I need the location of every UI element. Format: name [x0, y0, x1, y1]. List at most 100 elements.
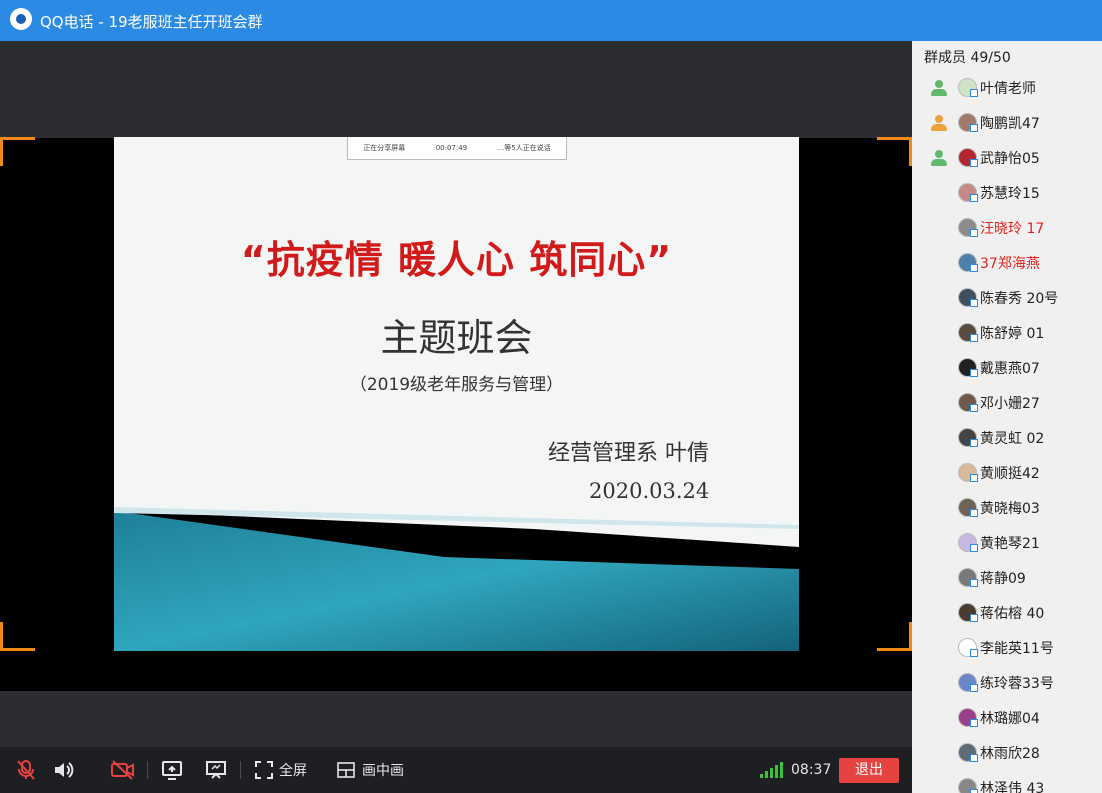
member-name: 汪晓玲 17	[980, 221, 1045, 237]
member-name: 黄艳琴21	[980, 536, 1040, 552]
call-toolbar: 全屏 画中画 08:37 退出	[0, 747, 912, 793]
device-icon	[970, 229, 978, 237]
member-name: 陈舒婷 01	[980, 326, 1045, 342]
member-item[interactable]: 林雨欣28	[912, 735, 1102, 770]
device-icon	[970, 439, 978, 447]
member-avatar	[958, 498, 978, 517]
member-item[interactable]: 林璐娜04	[912, 700, 1102, 735]
member-item[interactable]: 叶倩老师	[912, 70, 1102, 105]
member-name: 林璐娜04	[980, 711, 1040, 727]
screen-share-status-bar: 正在分享屏幕 00:07:49 ...等5人正在说话	[347, 137, 567, 160]
member-name: 蒋静09	[980, 571, 1026, 587]
device-icon	[970, 509, 978, 517]
member-avatar	[958, 183, 978, 202]
member-item[interactable]: 邓小姗27	[912, 385, 1102, 420]
member-avatar	[958, 638, 978, 657]
member-panel: 群成员 49/50 叶倩老师 陶鹏凯47 武静怡05 苏慧玲15 汪晓玲 17 37郑海燕…	[912, 41, 1102, 793]
toolbar-divider	[147, 761, 148, 779]
member-avatar	[958, 743, 978, 762]
fullscreen-button[interactable]: 全屏	[254, 747, 307, 793]
member-item[interactable]: 练玲蓉33号	[912, 665, 1102, 700]
member-avatar	[958, 253, 978, 272]
member-item[interactable]: 黄灵虹 02	[912, 420, 1102, 455]
mic-muted-button[interactable]	[14, 747, 38, 793]
member-name: 练玲蓉33号	[980, 676, 1054, 692]
member-avatar	[958, 113, 978, 132]
member-role-icon	[930, 79, 948, 97]
device-icon	[970, 334, 978, 342]
device-icon	[970, 719, 978, 727]
member-role-icon	[930, 149, 948, 167]
device-icon	[970, 754, 978, 762]
member-item[interactable]: 戴惠燕07	[912, 350, 1102, 385]
member-item[interactable]: 37郑海燕	[912, 245, 1102, 280]
speaker-button[interactable]	[52, 747, 76, 793]
share-screen-icon	[162, 761, 182, 780]
fullscreen-icon	[255, 761, 273, 779]
member-avatar	[958, 463, 978, 482]
member-avatar	[958, 708, 978, 727]
member-item[interactable]: 蒋佑榕 40	[912, 595, 1102, 630]
title-bar: QQ电话 - 19老服班主任开班会群	[0, 0, 1102, 41]
member-item[interactable]: 林泽伟 43	[912, 770, 1102, 793]
camera-off-button[interactable]	[110, 747, 136, 793]
presentation-icon	[206, 761, 226, 779]
device-icon	[970, 404, 978, 412]
member-name: 武静怡05	[980, 151, 1040, 167]
share-timer: 00:07:49	[435, 144, 468, 152]
member-avatar	[958, 673, 978, 692]
member-item[interactable]: 武静怡05	[912, 140, 1102, 175]
device-icon	[970, 124, 978, 132]
frame-corner-bottom-left	[0, 622, 35, 651]
call-duration: 08:37	[791, 762, 832, 778]
member-item[interactable]: 黄艳琴21	[912, 525, 1102, 560]
qq-call-logo-icon	[10, 8, 32, 30]
member-item[interactable]: 苏慧玲15	[912, 175, 1102, 210]
slide-title: “抗疫情 暖人心 筑同心”	[240, 238, 673, 282]
member-name: 37郑海燕	[980, 256, 1040, 272]
device-icon	[970, 369, 978, 377]
member-item[interactable]: 黄顺挺42	[912, 455, 1102, 490]
member-item[interactable]: 黄晓梅03	[912, 490, 1102, 525]
share-screen-button[interactable]	[160, 747, 184, 793]
device-icon	[970, 789, 978, 793]
presentation-button[interactable]	[204, 747, 228, 793]
device-icon	[970, 684, 978, 692]
frame-corner-bottom-right	[877, 622, 912, 651]
device-icon	[970, 299, 978, 307]
device-icon	[970, 614, 978, 622]
member-name: 陶鹏凯47	[980, 116, 1040, 132]
device-icon	[970, 89, 978, 97]
frame-corner-top-right	[877, 137, 912, 166]
member-name: 叶倩老师	[980, 81, 1036, 97]
member-avatar	[958, 78, 978, 97]
member-item[interactable]: 陈舒婷 01	[912, 315, 1102, 350]
member-name: 陈春秀 20号	[980, 291, 1059, 307]
slide-date: 2020.03.24	[589, 479, 710, 503]
picture-in-picture-icon	[337, 762, 355, 778]
member-avatar	[958, 218, 978, 237]
picture-in-picture-button[interactable]: 画中画	[336, 747, 404, 793]
member-avatar	[958, 778, 978, 793]
exit-call-button[interactable]: 退出	[839, 758, 899, 783]
member-item[interactable]: 蒋静09	[912, 560, 1102, 595]
slide-author: 经营管理系 叶倩	[548, 441, 709, 466]
admin-badge-icon	[930, 114, 948, 132]
member-item[interactable]: 陶鹏凯47	[912, 105, 1102, 140]
member-item[interactable]: 汪晓玲 17	[912, 210, 1102, 245]
toolbar-divider	[240, 761, 241, 779]
member-item[interactable]: 李能英11号	[912, 630, 1102, 665]
member-name: 李能英11号	[980, 641, 1054, 657]
device-icon	[970, 264, 978, 272]
device-icon	[970, 649, 978, 657]
mic-muted-icon	[17, 760, 35, 780]
slide-subtitle: 主题班会	[380, 316, 533, 360]
device-icon	[970, 194, 978, 202]
share-status-text: 正在分享屏幕	[363, 144, 406, 152]
member-avatar	[958, 323, 978, 342]
member-avatar	[958, 288, 978, 307]
camera-off-icon	[111, 760, 134, 780]
member-item[interactable]: 陈春秀 20号	[912, 280, 1102, 315]
member-avatar	[958, 603, 978, 622]
member-avatar	[958, 568, 978, 587]
